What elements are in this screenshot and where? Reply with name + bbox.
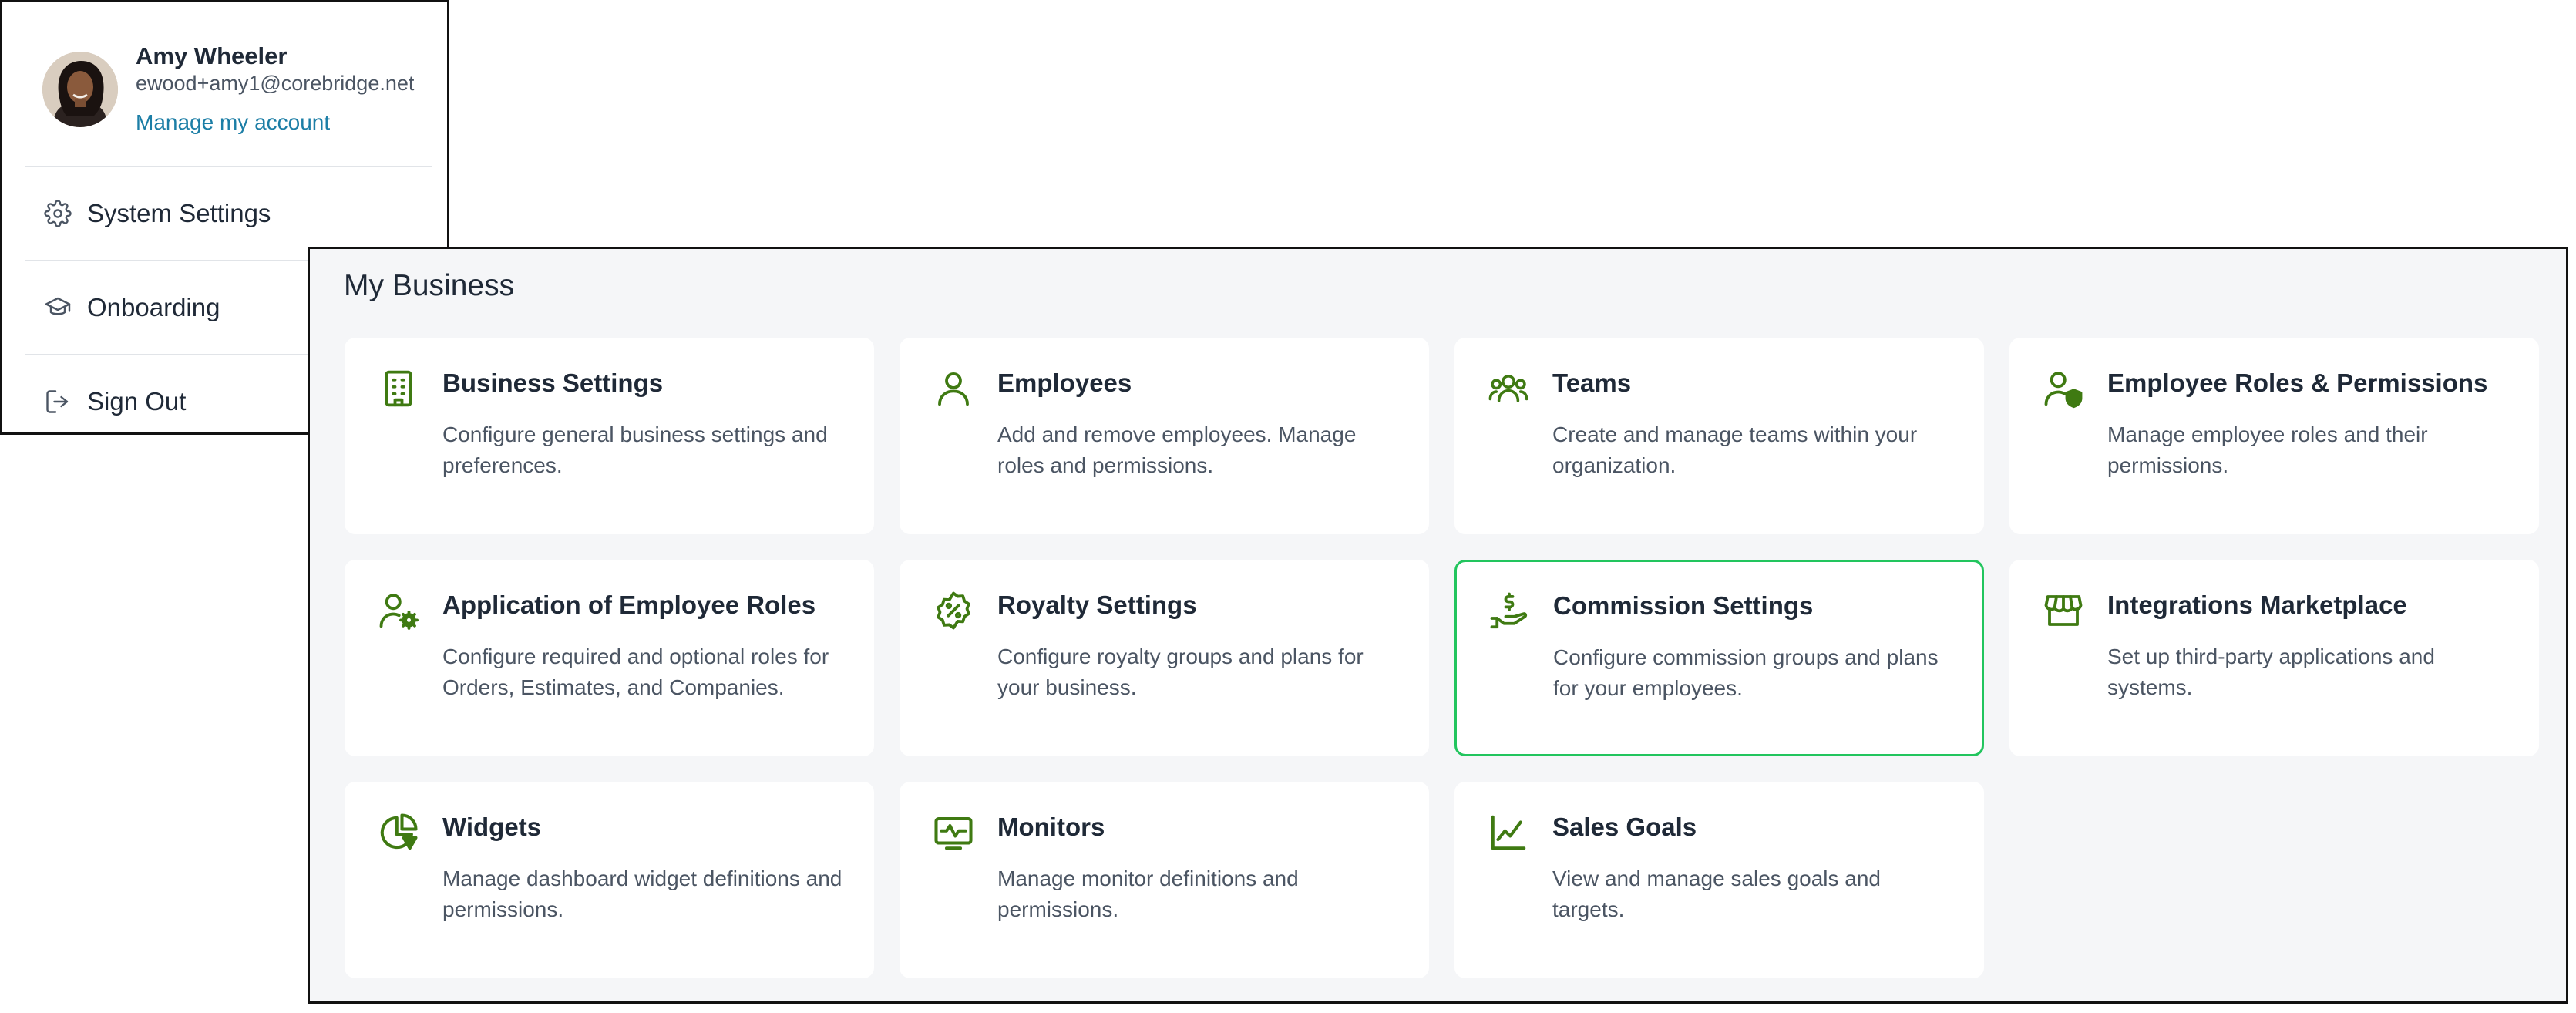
manage-account-link[interactable]: Manage my account	[136, 110, 330, 135]
user-icon	[932, 367, 975, 410]
user-email: ewood+amy1@corebridge.net	[136, 72, 415, 95]
card-title: Application of Employee Roles	[442, 591, 816, 619]
percent-badge-icon	[932, 589, 975, 632]
card-description: Configure required and optional roles fo…	[442, 644, 829, 699]
card-title: Teams	[1552, 369, 1632, 397]
card-description: Configure commission groups and plans fo…	[1553, 645, 1939, 700]
menu-item-label: System Settings	[87, 199, 271, 227]
card-description: Add and remove employees. Manage roles a…	[997, 422, 1357, 477]
settings-card-grid: Business Settings Configure general busi…	[345, 338, 2539, 978]
card-teams[interactable]: Teams Create and manage teams within you…	[1454, 338, 1984, 534]
card-title: Integrations Marketplace	[2107, 591, 2407, 619]
my-business-panel: My Business Business Settings Configure …	[308, 247, 2568, 1004]
card-title: Business Settings	[442, 369, 664, 397]
sign-out-icon	[42, 386, 73, 417]
card-description: Manage employee roles and their permissi…	[2107, 422, 2428, 477]
menu-divider	[25, 166, 432, 167]
card-integrations-marketplace[interactable]: Integrations Marketplace Set up third-pa…	[2009, 560, 2539, 756]
users-group-icon	[1487, 367, 1530, 410]
menu-item-system-settings[interactable]: System Settings	[42, 190, 428, 237]
page-title: My Business	[344, 269, 515, 302]
hand-dollar-icon	[1488, 590, 1531, 633]
user-shield-icon	[2042, 367, 2085, 410]
monitor-pulse-icon	[932, 811, 975, 854]
card-description: Manage dashboard widget definitions and …	[442, 867, 842, 921]
menu-item-label: Sign Out	[87, 387, 187, 416]
card-title: Widgets	[442, 813, 542, 841]
card-description: Manage monitor definitions and permissio…	[997, 867, 1299, 921]
profile-section: Amy Wheeler ewood+amy1@corebridge.net Ma…	[42, 42, 432, 143]
card-title: Monitors	[997, 813, 1105, 841]
user-name: Amy Wheeler	[136, 42, 288, 69]
gear-icon	[42, 198, 73, 229]
card-description: Create and manage teams within your orga…	[1552, 422, 1918, 477]
pie-chart-icon	[377, 811, 420, 854]
card-sales-goals[interactable]: Sales Goals View and manage sales goals …	[1454, 782, 1984, 978]
line-chart-icon	[1487, 811, 1530, 854]
card-widgets[interactable]: Widgets Manage dashboard widget definiti…	[345, 782, 874, 978]
card-description: Set up third-party applications and syst…	[2107, 644, 2435, 699]
avatar	[42, 52, 118, 127]
card-employees[interactable]: Employees Add and remove employees. Mana…	[900, 338, 1429, 534]
card-business-settings[interactable]: Business Settings Configure general busi…	[345, 338, 874, 534]
card-title: Employees	[997, 369, 1132, 397]
card-description: Configure general business settings and …	[442, 422, 828, 477]
card-title: Sales Goals	[1552, 813, 1697, 841]
card-royalty-settings[interactable]: Royalty Settings Configure royalty group…	[900, 560, 1429, 756]
avatar-image	[42, 52, 118, 127]
storefront-icon	[2042, 589, 2085, 632]
user-gear-icon	[377, 589, 420, 632]
card-description: Configure royalty groups and plans for y…	[997, 644, 1364, 699]
card-monitors[interactable]: Monitors Manage monitor definitions and …	[900, 782, 1429, 978]
card-title: Employee Roles & Permissions	[2107, 369, 2488, 397]
card-employee-roles-permissions[interactable]: Employee Roles & Permissions Manage empl…	[2009, 338, 2539, 534]
card-application-of-employee-roles[interactable]: Application of Employee Roles Configure …	[345, 560, 874, 756]
card-commission-settings[interactable]: Commission Settings Configure commission…	[1454, 560, 1984, 756]
card-description: View and manage sales goals and targets.	[1552, 867, 1882, 921]
card-title: Royalty Settings	[997, 591, 1197, 619]
menu-item-label: Onboarding	[87, 293, 220, 321]
card-title: Commission Settings	[1553, 591, 1814, 620]
building-icon	[377, 367, 420, 410]
graduation-cap-icon	[42, 292, 73, 323]
